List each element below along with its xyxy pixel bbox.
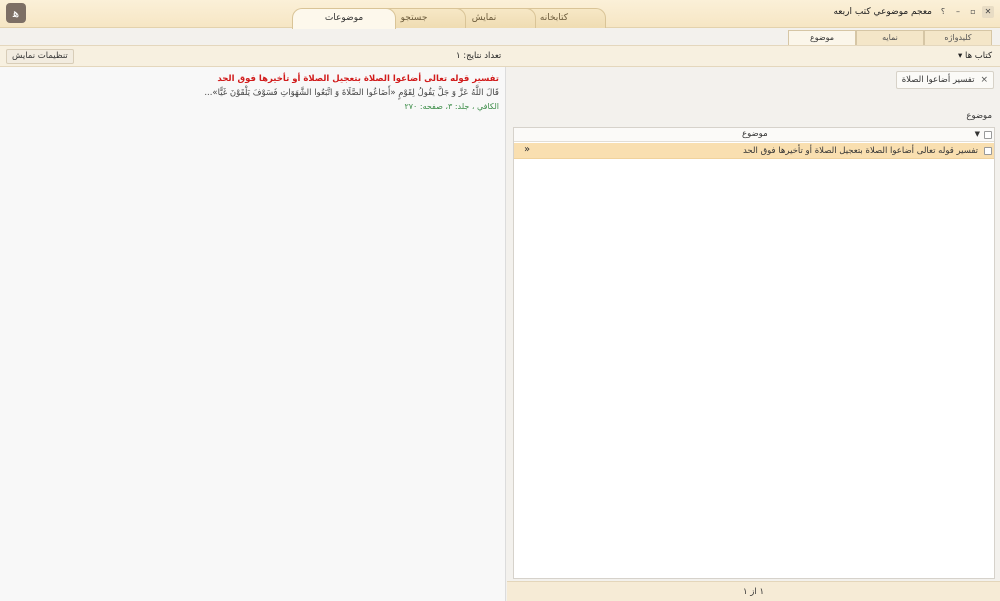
results-count: تعداد نتایج: ۱ [456,51,502,61]
table-row[interactable]: تفسير قوله تعالى أضاعوا الصلاة بتعجيل ال… [514,143,994,159]
topics-pane: × تفسیر أضاعوا الصلاة موضوع ▼ موضوع تفسي… [507,67,1000,601]
result-item[interactable]: تفسير قوله تعالى أضاعوا الصلاة بتعجيل ال… [7,73,499,113]
expand-icon[interactable]: » [524,144,530,155]
books-dropdown-label: کتاب ها [965,51,992,61]
close-icon[interactable]: ✕ [982,6,994,18]
close-icon[interactable]: × [980,75,988,85]
app-logo-icon: ﻫ [6,3,26,23]
minimize-icon[interactable]: – [952,6,964,18]
sub-tabs: موضوع نمایه کلیدواژه [788,30,996,45]
title-bar: ﻫ کتابخانه نمایش جستجو موضوعات معجم موضو… [0,0,1000,29]
display-settings-button[interactable]: تنظیمات نمایش [6,49,74,64]
window-controls: ؟ – ▫ ✕ [937,6,994,18]
grid-column-header[interactable]: موضوع [742,129,768,139]
books-dropdown[interactable]: کتاب ها ▾ [958,51,992,61]
pager-text: ۱ از ۱ [743,587,765,597]
tab-topics[interactable]: موضوعات [292,8,396,29]
app-title: معجم موضوعي كتب اربعه [833,7,932,17]
toolbar: تنظیمات نمایش تعداد نتایج: ۱ کتاب ها ▾ [0,45,1000,67]
result-source[interactable]: الكافي ، جلد: ۳، صفحه: ۲۷۰ [7,101,499,113]
grid-header: ▼ موضوع [514,128,994,142]
subtab-topic[interactable]: موضوع [788,30,856,45]
filter-chip-label: تفسیر أضاعوا الصلاة [901,75,975,85]
result-title[interactable]: تفسير قوله تعالى أضاعوا الصلاة بتعجيل ال… [7,73,499,85]
row-checkbox[interactable] [984,147,992,155]
subtab-keyword[interactable]: کلیدواژه [924,30,992,45]
results-pane: تفسير قوله تعالى أضاعوا الصلاة بتعجيل ال… [0,67,506,601]
result-snippet: قَالَ اللَّهُ عَزَّ وَ جَلَّ يَقُولُ لِق… [204,88,499,98]
topic-grid: ▼ موضوع تفسير قوله تعالى أضاعوا الصلاة ب… [513,127,995,579]
topic-section-label: موضوع [966,111,992,121]
row-topic-text: تفسير قوله تعالى أضاعوا الصلاة بتعجيل ال… [742,146,978,156]
filter-chip[interactable]: × تفسیر أضاعوا الصلاة [895,71,994,89]
help-icon[interactable]: ؟ [937,6,949,18]
chevron-down-icon: ▾ [958,51,963,61]
restore-icon[interactable]: ▫ [967,6,979,18]
select-all-checkbox[interactable] [984,131,992,139]
column-menu-icon[interactable]: ▼ [975,130,980,138]
pager-bar: ۱ از ۱ [507,581,1000,601]
subtab-index[interactable]: نمایه [856,30,924,45]
